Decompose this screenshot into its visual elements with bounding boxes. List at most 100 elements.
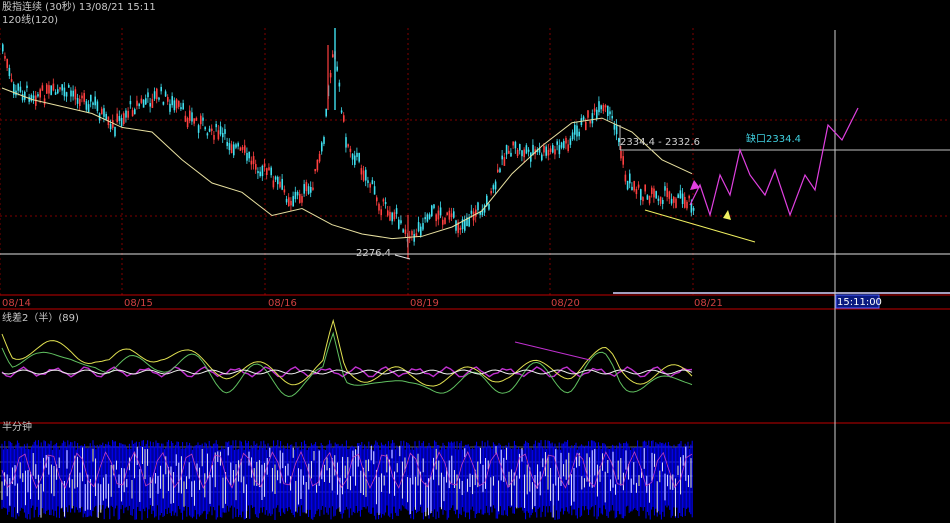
candle-body bbox=[142, 99, 145, 108]
candle-body bbox=[63, 87, 66, 97]
candle-body bbox=[598, 101, 600, 113]
candle-body bbox=[358, 152, 360, 162]
date-tick-0816: 08/16 bbox=[268, 298, 297, 309]
candle-body bbox=[118, 116, 121, 121]
candle-body bbox=[428, 214, 431, 219]
candle-body bbox=[151, 99, 154, 108]
candle-body bbox=[244, 145, 246, 153]
candle-body bbox=[503, 157, 506, 166]
candle-body bbox=[301, 196, 303, 203]
candle-body bbox=[230, 144, 233, 154]
candle-body bbox=[477, 202, 479, 211]
candle-body bbox=[54, 92, 57, 95]
candle-body bbox=[153, 91, 156, 99]
candle-body bbox=[411, 231, 413, 236]
candle-body bbox=[208, 128, 211, 132]
candle-body bbox=[351, 153, 354, 160]
candle-body bbox=[48, 85, 50, 94]
candle-body bbox=[83, 93, 85, 102]
candle-body bbox=[651, 187, 653, 194]
candle-body bbox=[648, 195, 651, 204]
candle-body bbox=[450, 213, 453, 218]
candle-body bbox=[215, 123, 217, 128]
candle-body bbox=[668, 191, 671, 199]
futures-chart[interactable]: 股指连续 (30秒) 13/08/21 15:11 120线(120) 2276… bbox=[0, 0, 950, 523]
candle-body bbox=[167, 96, 169, 102]
candle-body bbox=[96, 101, 99, 111]
candle-body bbox=[94, 96, 96, 106]
candle-body bbox=[519, 144, 521, 151]
candle-body bbox=[19, 86, 22, 92]
candle-body bbox=[371, 180, 374, 185]
candle-body bbox=[679, 190, 682, 199]
candle-body bbox=[213, 135, 215, 140]
candle-body bbox=[169, 103, 171, 112]
candle-body bbox=[189, 110, 191, 121]
candle-body bbox=[666, 188, 668, 198]
candle-body bbox=[52, 83, 55, 91]
candle-body bbox=[521, 150, 523, 157]
candle-body bbox=[10, 79, 13, 82]
candle-body bbox=[195, 117, 198, 121]
candle-body bbox=[593, 108, 596, 112]
candle-body bbox=[74, 89, 77, 100]
candle-body bbox=[453, 211, 455, 218]
candle-body bbox=[404, 229, 407, 234]
indicator-label: 线差2（半）(89) bbox=[2, 311, 79, 324]
candle-body bbox=[629, 173, 631, 184]
candle-body bbox=[70, 90, 72, 97]
candle-body bbox=[81, 95, 83, 99]
candle-body bbox=[673, 196, 675, 203]
candle-body bbox=[184, 115, 187, 122]
candle-body bbox=[384, 201, 387, 205]
candle-body bbox=[442, 219, 444, 225]
candle-body bbox=[114, 127, 116, 137]
candle-body bbox=[252, 156, 255, 165]
candle-body bbox=[646, 195, 649, 200]
date-tick-0815: 08/15 bbox=[124, 298, 153, 309]
candle-body bbox=[600, 105, 602, 110]
candle-body bbox=[475, 209, 477, 217]
candle-body bbox=[393, 212, 396, 220]
cursor-time: 15:11:00 bbox=[837, 297, 882, 308]
candle-body bbox=[46, 84, 48, 94]
candle-body bbox=[321, 142, 323, 152]
candle-body bbox=[607, 105, 609, 117]
candle-body bbox=[567, 144, 569, 151]
candle-body bbox=[6, 58, 8, 68]
trend-line bbox=[644, 209, 756, 243]
candle-body bbox=[255, 164, 257, 170]
candle-body bbox=[332, 54, 334, 58]
candle-body bbox=[274, 176, 277, 180]
candle-body bbox=[360, 168, 363, 175]
candle-body bbox=[402, 229, 404, 233]
candle-body bbox=[395, 208, 398, 214]
candle-body bbox=[426, 214, 429, 222]
candle-body bbox=[516, 149, 519, 156]
candle-body bbox=[523, 149, 525, 158]
candle-body bbox=[68, 85, 70, 88]
candle-body bbox=[494, 181, 497, 190]
candle-body bbox=[591, 113, 594, 124]
candle-body bbox=[175, 99, 178, 109]
candle-body bbox=[582, 116, 585, 120]
candle-body bbox=[296, 191, 299, 196]
trend-arrow bbox=[723, 210, 731, 220]
candle-body bbox=[17, 83, 19, 91]
candle-body bbox=[72, 90, 74, 97]
candle-body bbox=[24, 91, 26, 100]
candle-body bbox=[61, 84, 63, 91]
candle-body bbox=[670, 198, 673, 204]
candle-body bbox=[248, 151, 250, 159]
candle-body bbox=[490, 191, 492, 194]
candle-body bbox=[123, 113, 125, 124]
candle-body bbox=[508, 150, 510, 154]
candle-body bbox=[492, 185, 495, 190]
candle-body bbox=[626, 180, 629, 190]
candle-body bbox=[288, 197, 290, 207]
candle-body bbox=[340, 110, 343, 113]
candle-body bbox=[365, 169, 367, 181]
candle-body bbox=[57, 89, 59, 94]
candle-body bbox=[222, 132, 224, 138]
candle-body bbox=[576, 125, 578, 137]
